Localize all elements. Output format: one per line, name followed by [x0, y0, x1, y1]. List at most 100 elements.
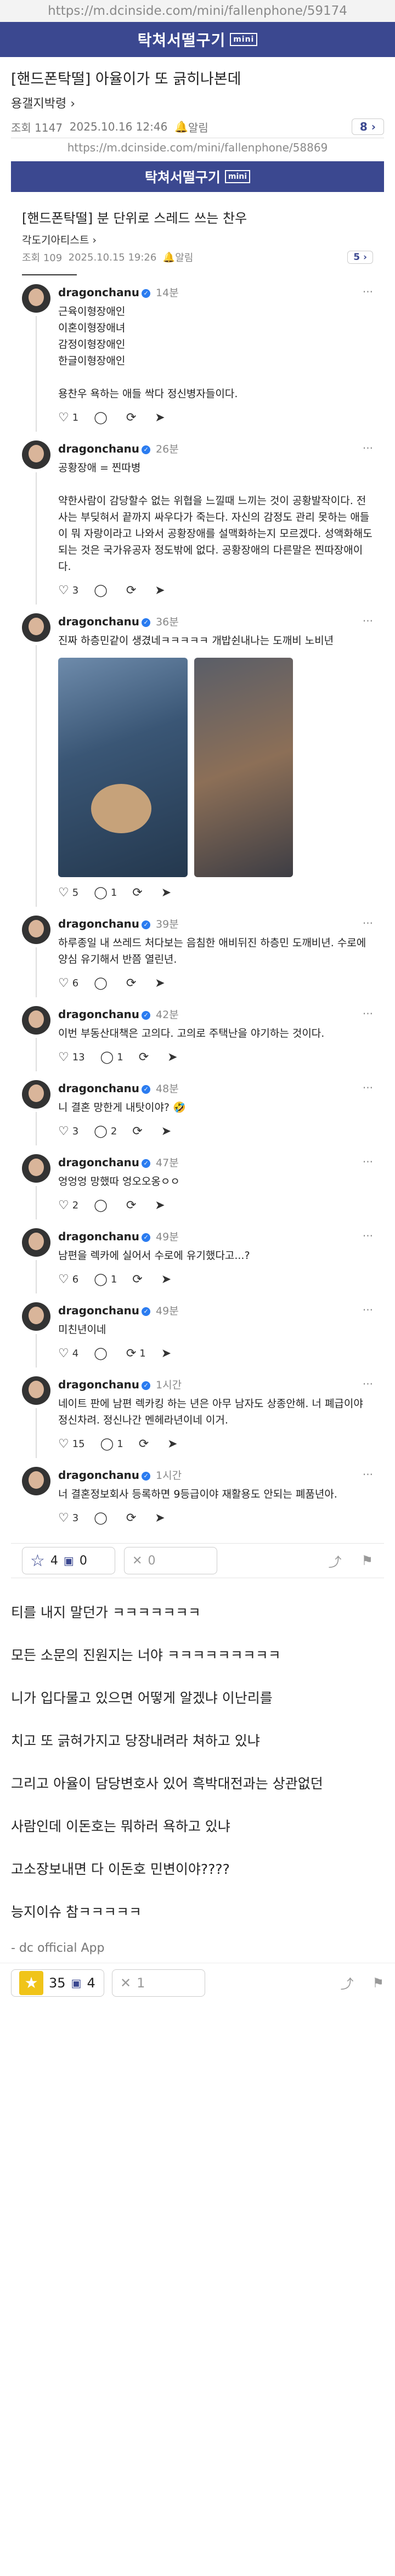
comment-icon: ◯ [94, 584, 108, 597]
post-actions: ♡ 3 ◯ 2 ⟳ ➤ [58, 1123, 373, 1140]
post-time: 36분 [156, 616, 179, 628]
bell-icon[interactable]: 🔔 [174, 120, 188, 133]
send-icon: ➤ [167, 1437, 178, 1451]
verified-icon: ✓ [142, 618, 151, 627]
fixed-icon: ▣ [63, 1554, 74, 1567]
inner-author: 각도기아티스트 › [22, 234, 97, 246]
comment-icon: ◯ [94, 886, 108, 900]
upvote-button[interactable]: ★ 35 ▣ 4 [11, 1969, 104, 1997]
like-count: 1 [72, 412, 79, 423]
comment-icon: ◯ [94, 411, 108, 425]
downvote-button[interactable]: ✕ 1 [112, 1969, 205, 1997]
post-time: 39분 [156, 918, 179, 930]
post-actions: ♡ 4 ◯ ⟳ 1 ➤ [58, 1346, 373, 1362]
heart-icon: ♡ [58, 1273, 69, 1286]
thread-post: dragonchanu ✓ 1시간 너 결혼정보회사 등록하면 9등급이야 재활용도 … [22, 1458, 373, 1532]
like-count: 3 [72, 585, 79, 596]
verified-icon: ✓ [142, 445, 151, 454]
verified-icon: ✓ [142, 1307, 151, 1316]
thread-line [36, 645, 37, 907]
reply-count-button[interactable]: 8 › [351, 118, 384, 135]
comment-line: 그리고 아율이 담당변호사 있어 흑박대전과는 상관없던 [11, 1776, 323, 1792]
comment-icon: ◯ [94, 1511, 108, 1525]
post-actions: ♡ 3 ◯ ⟳ ➤ [58, 1510, 373, 1527]
bookmark-icon[interactable]: ⚑ [372, 1975, 384, 1991]
username: dragonchanu [58, 615, 140, 628]
verified-icon: ✓ [142, 1233, 151, 1242]
comment-line: 사람인데 이돈호는 뭐하러 욕하고 있냐 [11, 1818, 230, 1834]
post-time: 26분 [156, 443, 179, 455]
verified-icon: ✓ [142, 920, 151, 929]
share-icon[interactable]: ⤴ [340, 1973, 353, 1992]
post-text: 너 결혼정보회사 등록하면 9등급이야 재활용도 안되는 폐품년아. [58, 1488, 337, 1500]
like-count: 4 [72, 1348, 79, 1359]
inner-banner: 탁쳐서떨구기 mini [11, 161, 384, 192]
more-icon: ··· [362, 1468, 373, 1481]
comment-icon: ◯ [94, 976, 108, 990]
send-icon: ➤ [155, 1199, 165, 1212]
comment-line: 능지이슈 참ㅋㅋㅋㅋㅋ [11, 1904, 142, 1920]
repost-icon: ⟳ [126, 976, 137, 990]
like-count: 2 [72, 1200, 79, 1211]
comment-count: 1 [110, 887, 117, 899]
post-photo [58, 658, 188, 877]
avatar [22, 1154, 50, 1183]
thread-post: dragonchanu ✓ 14분 근육이형장애인 이혼이형장애녀 감정이형장애인 한… [22, 275, 373, 432]
more-icon: ··· [362, 285, 373, 298]
post-text: 근육이형장애인 이혼이형장애녀 감정이형장애인 한글이형장애인 용찬우 욕하는 … [58, 306, 238, 400]
more-icon: ··· [362, 1155, 373, 1168]
avatar [22, 1467, 50, 1495]
username: dragonchanu [58, 1008, 140, 1021]
avatar [22, 1006, 50, 1035]
thread-line [36, 947, 37, 997]
comment-icon: ◯ [94, 1199, 108, 1212]
post-text: 진짜 하층민같이 생겼네ㅋㅋㅋㅋㅋ 개밥쉰내나는 도깨비 노비년 [58, 635, 334, 647]
like-count: 6 [72, 978, 79, 989]
inner-title: [핸드폰탁떨] 분 단위로 스레드 쓰는 찬우 [22, 211, 247, 226]
comment-icon: ◯ [94, 1125, 108, 1138]
x-icon: ✕ [120, 1975, 132, 1991]
more-icon: ··· [362, 1007, 373, 1020]
post-time: 14분 [156, 287, 179, 299]
username: dragonchanu [58, 1304, 140, 1317]
repost-icon: ⟳ [126, 411, 137, 425]
repost-icon: ⟳ [138, 1437, 149, 1451]
comment-count: 1 [110, 1274, 117, 1285]
more-icon: ··· [362, 442, 373, 455]
avatar [22, 1376, 50, 1405]
bell-label: 알림 [188, 121, 208, 134]
gallery-banner[interactable]: 탁쳐서떨구기 mini [0, 22, 395, 57]
post-text: 남편을 렉카에 실어서 수로에 유기했다고...? [58, 1250, 250, 1262]
post-photo [194, 658, 293, 877]
star-icon: ☆ [30, 1551, 45, 1571]
username: dragonchanu [58, 1378, 140, 1391]
repost-icon: ⟳ [132, 886, 143, 900]
post-text: 니 결혼 망한게 내탓이야? 🤣 [58, 1101, 186, 1114]
send-icon: ➤ [161, 1273, 172, 1286]
post-actions: ♡ 2 ◯ ⟳ ➤ [58, 1197, 373, 1214]
repost-icon: ⟳ [126, 1511, 137, 1525]
post-time: 42분 [156, 1009, 179, 1021]
comment-line: 티를 내지 말던가 ㅋㅋㅋㅋㅋㅋㅋ [11, 1605, 201, 1620]
url-bar[interactable]: https://m.dcinside.com/mini/fallenphone/… [0, 0, 395, 22]
share-icon: ⤴ [328, 1554, 342, 1570]
send-icon: ➤ [161, 886, 172, 900]
thread-post: dragonchanu ✓ 47분 엉엉엉 망했따 엉오오옹ㅇㅇ ♡ 2 ◯ ⟳ ➤ ··· [22, 1145, 373, 1219]
username: dragonchanu [58, 1230, 140, 1243]
mini-badge: mini [224, 170, 251, 183]
thread-post: dragonchanu ✓ 48분 니 결혼 망한게 내탓이야? 🤣 ♡ 3 ◯ 2 ⟳ ➤ ··· [22, 1071, 373, 1145]
heart-icon: ♡ [58, 1050, 69, 1064]
heart-icon: ♡ [58, 1199, 69, 1212]
inner-vote-bar: ☆ 4 ▣ 0 ✕ 0 ⤴ ⚑ [11, 1543, 384, 1578]
post-text: 공황장애 = 찐따병 약한사람이 감당할수 없는 위협을 느낄때 느끼는 것이 … [58, 462, 373, 573]
more-icon: ··· [362, 1377, 373, 1391]
heart-icon: ♡ [58, 584, 69, 597]
post-text: 엉엉엉 망했따 엉오오옹ㅇㅇ [58, 1176, 180, 1188]
comment-count: 1 [117, 1052, 123, 1063]
send-icon: ➤ [155, 1511, 165, 1525]
post-author[interactable]: 용갤지박령 › [0, 93, 395, 116]
repost-icon: ⟳ [126, 1347, 137, 1360]
heart-icon: ♡ [58, 886, 69, 900]
post-images [58, 658, 373, 877]
thread-line [36, 316, 37, 432]
